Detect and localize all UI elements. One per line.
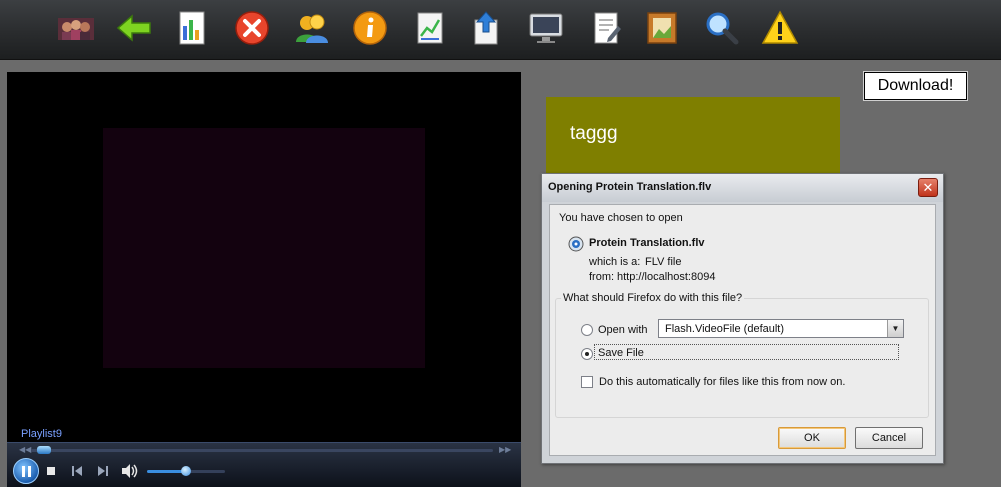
monitor-icon[interactable] — [524, 6, 568, 50]
volume-button[interactable] — [121, 463, 139, 479]
action-question: What should Firefox do with this file? — [561, 292, 745, 304]
pause-icon-bar — [27, 465, 31, 477]
close-button[interactable]: ✕ — [918, 178, 938, 197]
player-controls: ◀◀ ▶▶ — [7, 442, 521, 487]
open-with-label[interactable]: Open with — [598, 324, 648, 336]
search-icon[interactable] — [700, 6, 744, 50]
user-profile-icon[interactable] — [290, 6, 334, 50]
dialog-titlebar[interactable]: Opening Protein Translation.flv ✕ — [542, 174, 943, 202]
intro-text: You have chosen to open — [559, 212, 683, 224]
dialog-body: You have chosen to open Protein Translat… — [549, 204, 936, 456]
next-button[interactable] — [97, 465, 109, 477]
auto-label[interactable]: Do this automatically for files like thi… — [599, 376, 845, 388]
volume-thumb[interactable] — [181, 466, 191, 476]
next-icon — [98, 466, 108, 476]
video-frame[interactable] — [103, 128, 425, 368]
file-source: http://localhost:8094 — [617, 271, 716, 283]
previous-icon — [72, 466, 82, 476]
file-type: FLV file — [645, 256, 682, 268]
from-label: from: — [589, 271, 615, 283]
save-file-radio[interactable] — [581, 348, 593, 360]
auto-checkbox[interactable] — [581, 376, 593, 388]
back-arrow-icon[interactable] — [112, 6, 156, 50]
ok-button[interactable]: OK — [778, 427, 846, 449]
chart-document-icon[interactable] — [408, 6, 452, 50]
document-edit-icon[interactable] — [584, 6, 628, 50]
open-with-radio[interactable] — [581, 324, 593, 336]
picture-frame-icon[interactable] — [640, 6, 684, 50]
action-group: What should Firefox do with this file? O… — [555, 292, 929, 418]
seek-thumb[interactable] — [37, 446, 51, 454]
previous-button[interactable] — [71, 465, 83, 477]
file-name: Protein Translation.flv — [589, 237, 705, 249]
seek-forward-arrow-icon[interactable]: ▶▶ — [499, 445, 511, 454]
dialog-title: Opening Protein Translation.flv — [548, 181, 712, 193]
bar-chart-icon[interactable] — [170, 6, 214, 50]
warning-icon[interactable] — [758, 6, 802, 50]
close-icon: ✕ — [922, 179, 934, 195]
playlist-label[interactable]: Playlist9 — [21, 428, 62, 440]
tag-text: taggg — [570, 123, 618, 144]
flv-file-icon — [568, 236, 584, 252]
people-photo-icon[interactable] — [54, 6, 98, 50]
pause-icon — [21, 465, 25, 477]
seek-bar[interactable] — [31, 449, 493, 452]
stop-button[interactable] — [47, 467, 55, 475]
download-button[interactable]: Download! — [863, 71, 968, 101]
which-is-label: which is a: — [589, 256, 641, 268]
file-open-dialog: Opening Protein Translation.flv ✕ You ha… — [541, 173, 944, 464]
save-file-label[interactable]: Save File — [598, 347, 644, 359]
upload-icon[interactable] — [464, 6, 508, 50]
video-player: Playlist9 ◀◀ ▶▶ — [7, 72, 521, 487]
info-icon[interactable] — [348, 6, 392, 50]
cancel-button[interactable]: Cancel — [855, 427, 923, 449]
seek-back-arrow-icon[interactable]: ◀◀ — [19, 445, 31, 454]
delete-icon[interactable] — [230, 6, 274, 50]
open-with-select[interactable]: Flash.VideoFile (default) ▼ — [658, 319, 904, 338]
open-with-value: Flash.VideoFile (default) — [665, 323, 785, 335]
tag-box: taggg — [546, 97, 840, 173]
chevron-down-icon[interactable]: ▼ — [887, 320, 903, 337]
toolbar — [0, 0, 1001, 60]
speaker-icon — [122, 464, 138, 478]
pause-button[interactable] — [13, 458, 39, 484]
